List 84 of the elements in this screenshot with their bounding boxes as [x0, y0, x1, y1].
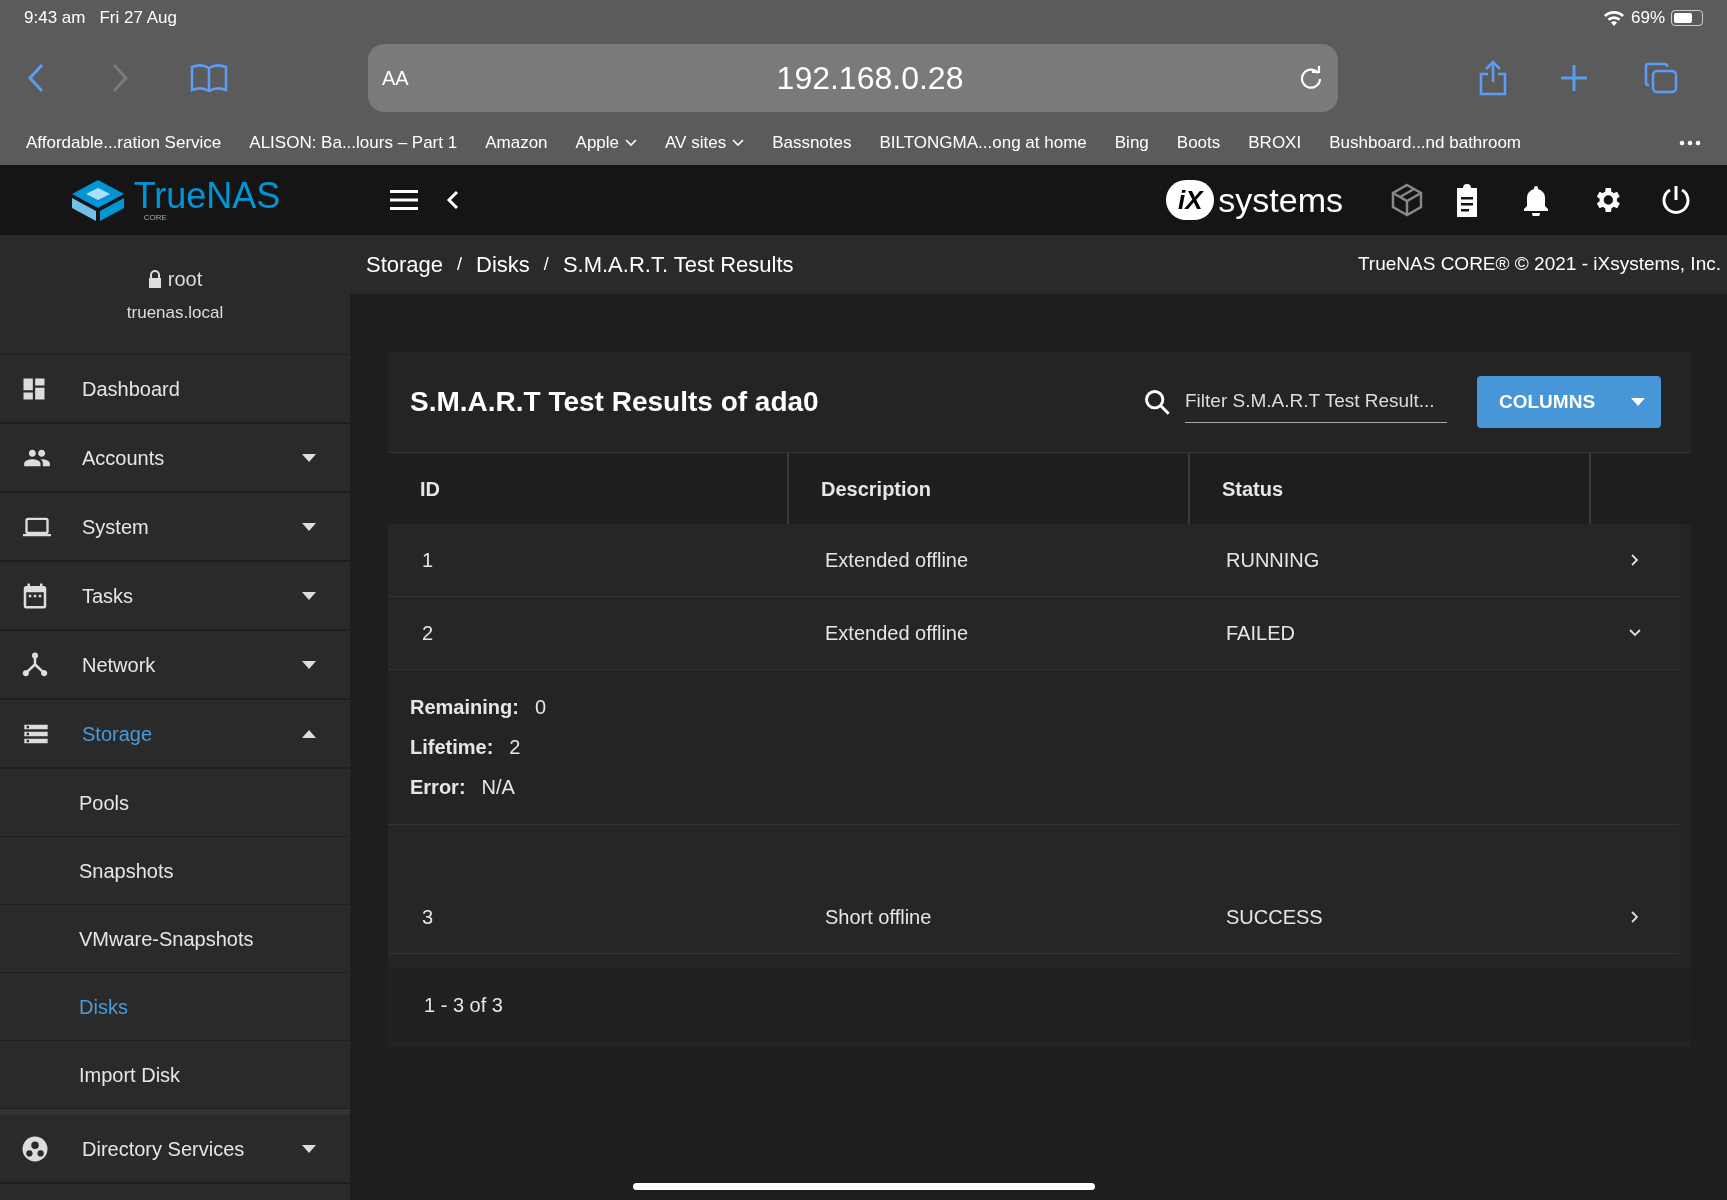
chevron-down-icon[interactable] — [1629, 629, 1641, 637]
breadcrumb-link[interactable]: Disks — [476, 248, 530, 281]
text-size-button[interactable]: AA — [382, 63, 442, 93]
table-cell-text: 3 — [421, 905, 435, 930]
table-cell-text: RUNNING — [1225, 548, 1321, 573]
url-text: 192.168.0.28 — [775, 59, 965, 98]
chevron-down-icon — [732, 138, 745, 147]
clock-time: 9:43 am — [24, 7, 86, 30]
detail-label: Lifetime: — [410, 735, 494, 760]
copyright-text: TrueNAS CORE® © 2021 - iXsystems, Inc. — [1357, 252, 1721, 277]
bookmark-link[interactable]: ALISON: Ba...lours – Part 1 — [249, 129, 458, 156]
caret-down-icon — [302, 453, 316, 462]
hostname-text: truenas.local — [126, 301, 224, 324]
pagination-text: 1 - 3 of 3 — [424, 993, 503, 1018]
vendor-logo-mark: iX — [1166, 180, 1215, 220]
sidebar-item[interactable]: Accounts — [0, 424, 350, 493]
sidebar-item[interactable]: Network — [0, 631, 350, 700]
caret-up-icon — [302, 729, 316, 738]
caret-down-icon — [302, 1144, 316, 1153]
power-icon[interactable] — [1661, 184, 1691, 216]
chevron-left-icon[interactable] — [446, 190, 460, 210]
edition-text: CORE — [143, 214, 168, 222]
caret-down-icon — [302, 591, 316, 600]
column-header: ID — [420, 476, 440, 502]
detail-value: N/A — [481, 775, 515, 800]
logo-text: TrueNAS — [133, 178, 281, 214]
sidebar-subitem[interactable]: Snapshots — [0, 837, 350, 905]
column-header: Status — [1222, 476, 1284, 502]
truenas-logo-icon — [69, 178, 126, 222]
battery-percentage: 69% — [1630, 7, 1665, 30]
reload-icon[interactable] — [1298, 65, 1324, 91]
table-cell-text: 1 — [421, 548, 435, 573]
sidebar-item[interactable]: Dashboard — [0, 355, 350, 424]
bookmark-link[interactable]: Boots — [1176, 129, 1221, 156]
vendor-logo-text: systems — [1218, 179, 1343, 221]
table-cell-text: Extended offline — [824, 548, 970, 573]
bell-icon[interactable] — [1523, 184, 1549, 216]
bookmark-link[interactable]: Bing — [1114, 129, 1149, 156]
chevron-right-icon[interactable] — [1631, 554, 1639, 566]
card-title: S.M.A.R.T Test Results of ada0 — [410, 385, 819, 419]
caret-down-icon — [302, 522, 316, 531]
bookmark-link[interactable]: BILTONGMA...ong at home — [879, 129, 1087, 156]
detail-value: 0 — [534, 695, 547, 720]
sidebar-item[interactable]: Tasks — [0, 562, 350, 631]
detail-value: 2 — [509, 735, 521, 760]
table-cell-text: Short offline — [824, 905, 933, 930]
filter-field[interactable]: Filter S.M.A.R.T Test Result... — [1185, 381, 1447, 423]
chevron-down-icon — [625, 138, 638, 147]
table-cell-text: SUCCESS — [1225, 905, 1324, 930]
sidebar-item[interactable]: Storage — [0, 700, 350, 769]
table-cell-text: FAILED — [1225, 621, 1296, 646]
lock-icon — [147, 269, 162, 288]
bookmark-link[interactable]: Bushboard...nd bathroom — [1329, 129, 1522, 156]
cube-icon[interactable] — [1391, 183, 1423, 217]
breadcrumb-link[interactable]: Storage — [366, 248, 444, 281]
breadcrumb-separator: / — [457, 253, 463, 276]
bookmark-link[interactable]: Affordable...ration Service — [26, 129, 222, 156]
sidebar-item[interactable]: Directory Services — [0, 1115, 350, 1184]
bookmark-link[interactable]: Amazon — [485, 129, 548, 156]
battery-icon — [1671, 10, 1703, 26]
bookmark-link[interactable]: BROXI — [1248, 129, 1302, 156]
search-icon — [1143, 388, 1171, 416]
detail-label: Error: — [410, 775, 466, 800]
sidebar-subitem[interactable]: Pools — [0, 769, 350, 837]
table-cell-text: 2 — [421, 621, 435, 646]
sidebar-subitem[interactable]: VMware-Snapshots — [0, 905, 350, 973]
column-header: Description — [821, 476, 932, 502]
table-cell-text: Extended offline — [824, 621, 970, 646]
caret-down-icon — [302, 660, 316, 669]
wifi-icon — [1602, 10, 1625, 26]
breadcrumb-separator: / — [543, 253, 549, 276]
more-icon[interactable] — [1679, 139, 1701, 146]
sidebar-subitem[interactable]: Disks — [0, 973, 350, 1041]
detail-label: Remaining: — [410, 695, 519, 720]
bookmark-link[interactable]: Bassnotes — [772, 129, 852, 156]
bookmark-link[interactable]: AV sites — [665, 129, 745, 156]
date-text: Fri 27 Aug — [99, 7, 177, 30]
username-text: root — [167, 266, 203, 292]
sidebar-item[interactable]: System — [0, 493, 350, 562]
chevron-right-icon[interactable] — [1631, 911, 1639, 923]
address-bar[interactable]: AA 192.168.0.28 — [368, 44, 1338, 112]
dropdown-caret-icon — [1631, 398, 1645, 406]
bookmark-link[interactable]: Apple — [575, 129, 638, 156]
menu-icon[interactable] — [390, 190, 418, 210]
